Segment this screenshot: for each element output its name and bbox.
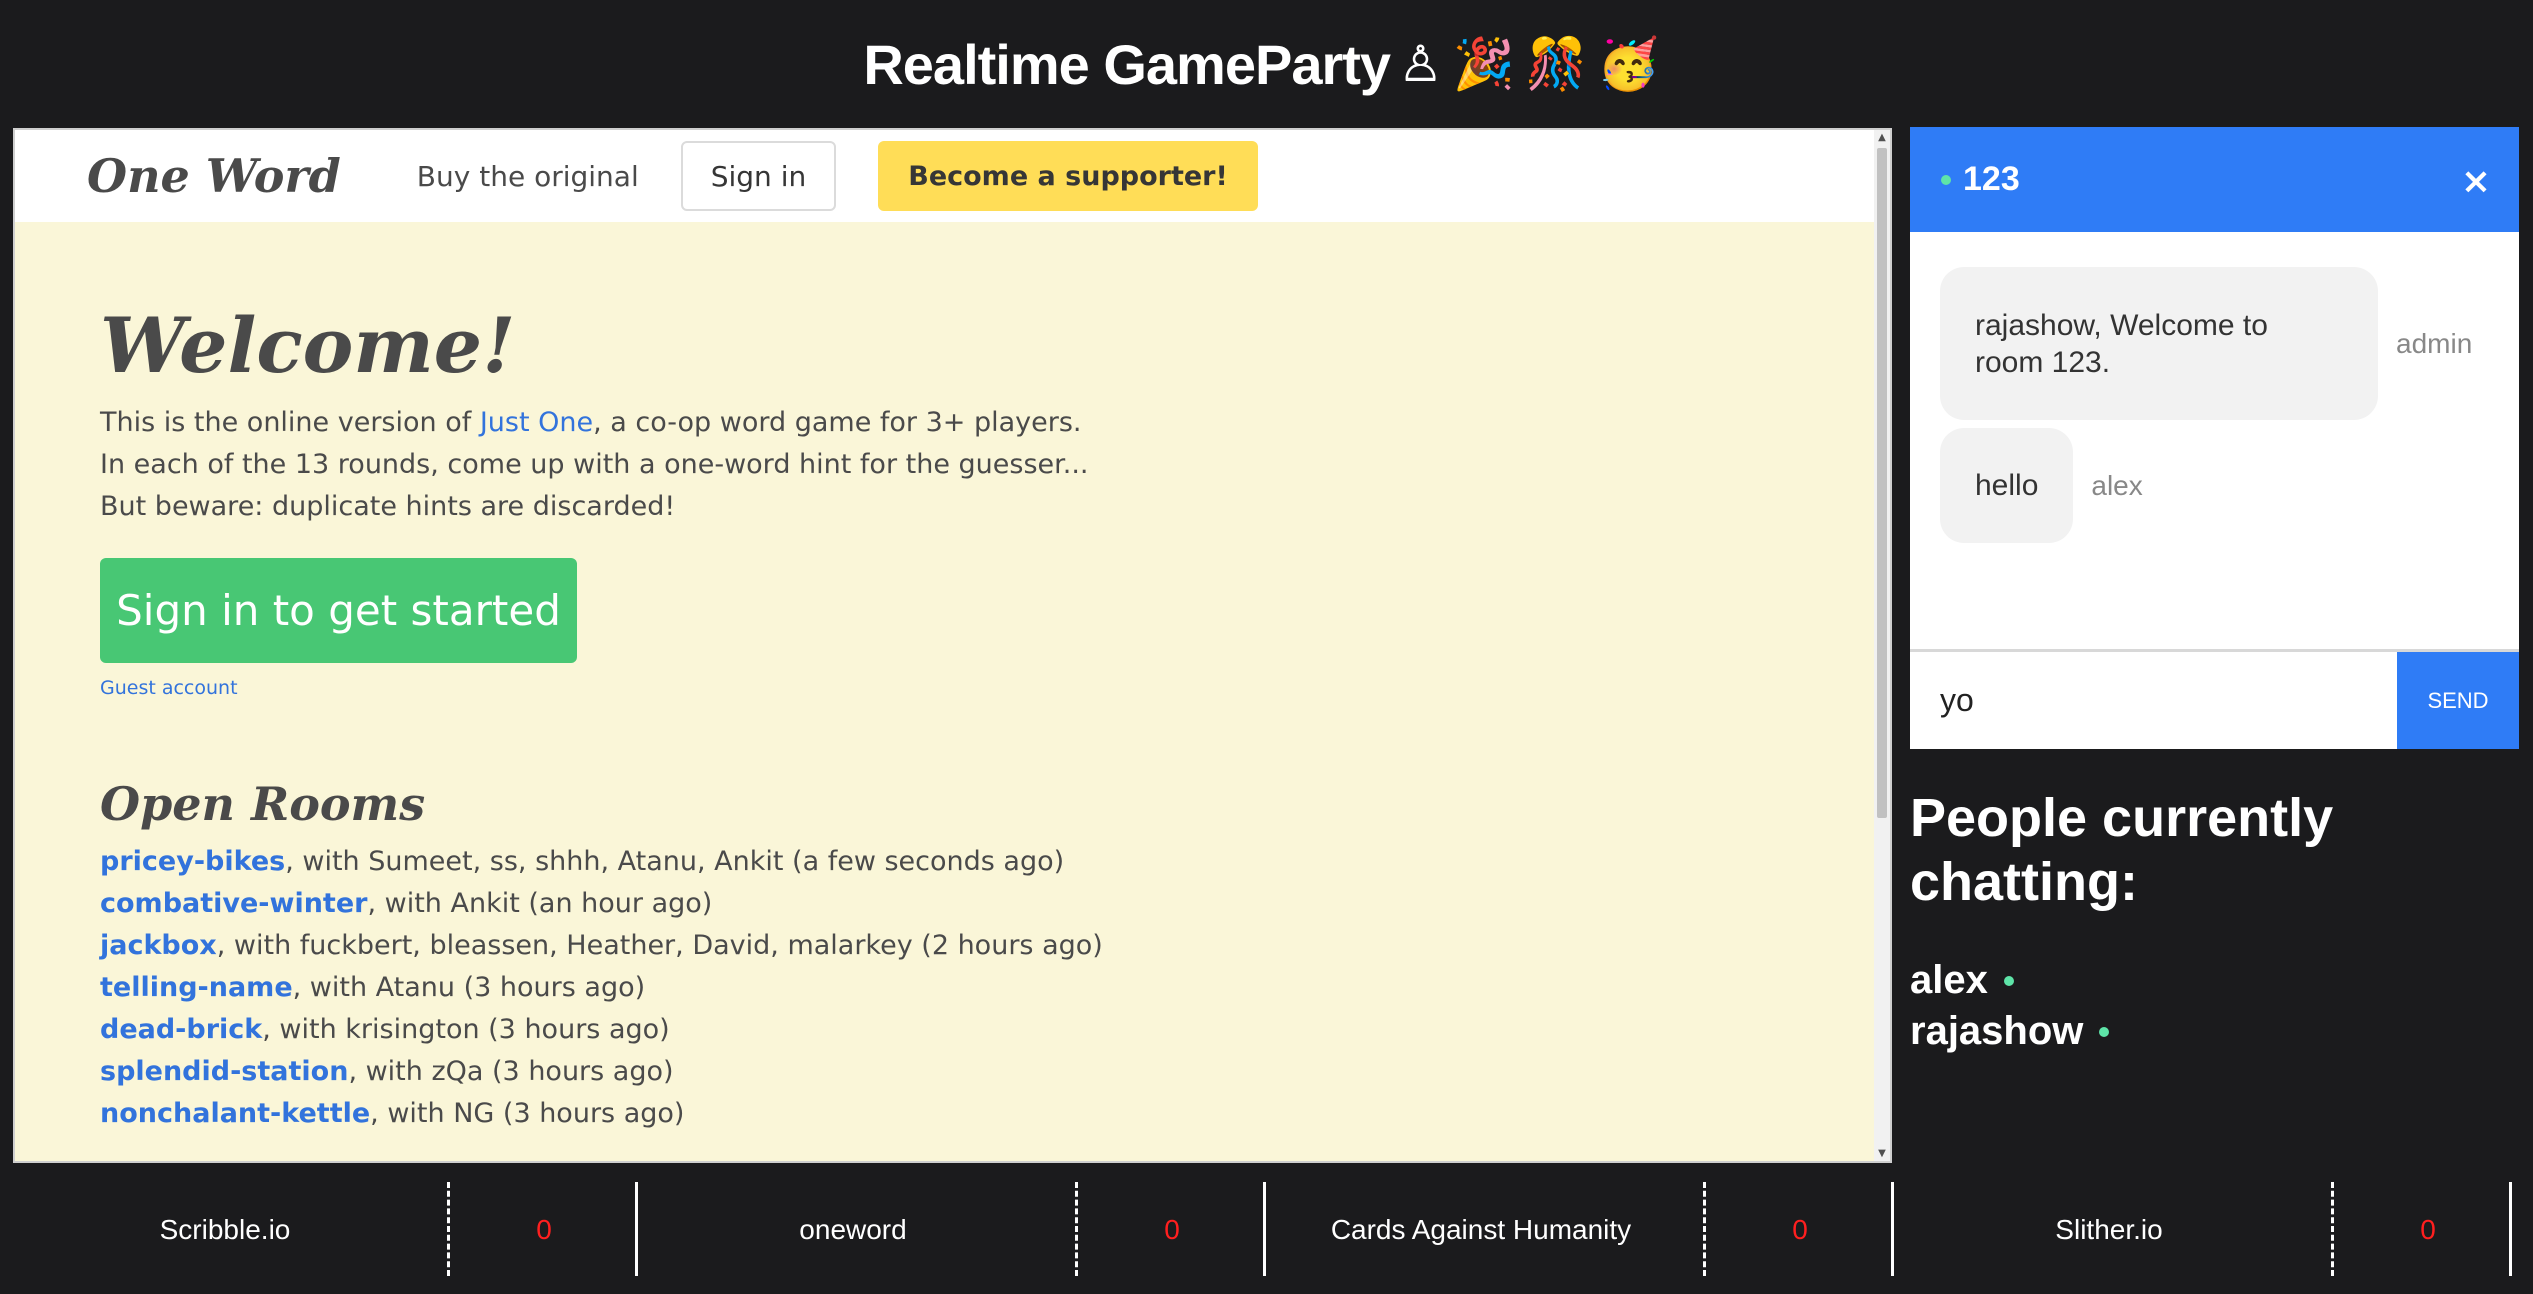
- room-link[interactable]: combative-winter: [100, 888, 367, 919]
- room-detail: , with Sumeet, ss, shhh, Atanu, Ankit (a…: [285, 846, 1065, 877]
- chat-header: 123 ×: [1910, 127, 2519, 232]
- chat-input-row: SEND: [1910, 649, 2519, 749]
- app-title: Realtime GameParty: [863, 32, 1391, 96]
- scroll-thumb[interactable]: [1877, 148, 1887, 818]
- person-name: alex: [1910, 958, 1988, 1002]
- room-link[interactable]: jackbox: [100, 930, 217, 961]
- room-row: splendid-station, with zQa (3 hours ago): [100, 1051, 1800, 1093]
- intro-line-1-suffix: , a co-op word game for 3+ players.: [593, 407, 1082, 438]
- game-name[interactable]: Cards Against Humanity: [1256, 1180, 1706, 1280]
- room-row: telling-name, with Atanu (3 hours ago): [100, 967, 1800, 1009]
- close-chat-button[interactable]: ×: [2461, 161, 2491, 202]
- room-row: dead-brick, with krisington (3 hours ago…: [100, 1009, 1800, 1051]
- room-link[interactable]: dead-brick: [100, 1014, 262, 1045]
- room-link[interactable]: splendid-station: [100, 1056, 348, 1087]
- room-detail: , with Ankit (an hour ago): [367, 888, 713, 919]
- player-count: 0: [1164, 1214, 1180, 1245]
- online-status-icon: [2003, 975, 2014, 986]
- room-detail: , with Atanu (3 hours ago): [292, 972, 646, 1003]
- room-row: combative-winter, with Ankit (an hour ag…: [100, 883, 1800, 925]
- just-one-link[interactable]: Just One: [480, 407, 593, 438]
- room-link[interactable]: pricey-bikes: [100, 846, 285, 877]
- game-iframe[interactable]: One Word Buy the original Sign in Become…: [13, 128, 1892, 1163]
- become-supporter-button[interactable]: Become a supporter!: [878, 141, 1258, 211]
- welcome-heading: Welcome!: [100, 301, 516, 390]
- send-button[interactable]: SEND: [2397, 652, 2519, 749]
- solid-divider: [2509, 1182, 2512, 1276]
- game-content: Welcome! This is the online version of J…: [100, 222, 1800, 1135]
- room-row: nonchalant-kettle, with NG (3 hours ago): [100, 1093, 1800, 1135]
- game-navbar: One Word Buy the original Sign in Become…: [15, 130, 1875, 222]
- game-tab[interactable]: Slither.io 0: [1884, 1180, 2512, 1280]
- buy-original-link[interactable]: Buy the original: [417, 160, 639, 193]
- message-bubble: rajashow, Welcome to room 123.: [1940, 267, 2378, 420]
- chat-message: hello alex: [1940, 428, 2143, 543]
- intro-text: This is the online version of Just One, …: [100, 402, 1800, 528]
- intro-line-1: This is the online version of Just One, …: [100, 402, 1800, 444]
- scroll-up-arrow-icon[interactable]: ▲: [1874, 132, 1890, 143]
- people-list: alex rajashow: [1910, 955, 2110, 1057]
- room-detail: , with zQa (3 hours ago): [348, 1056, 674, 1087]
- player-count: 0: [536, 1214, 552, 1245]
- room-link[interactable]: telling-name: [100, 972, 293, 1003]
- game-scrollbar[interactable]: ▲ ▼: [1874, 130, 1890, 1161]
- online-status-icon: [2099, 1026, 2110, 1037]
- person-name: rajashow: [1910, 1009, 2084, 1053]
- player-count: 0: [2420, 1214, 2436, 1245]
- brand-logo[interactable]: One Word: [87, 149, 341, 203]
- room-detail: , with krisington (3 hours ago): [262, 1014, 670, 1045]
- person-item: rajashow: [1910, 1006, 2110, 1057]
- chat-message-input[interactable]: [1910, 652, 2397, 749]
- game-tab[interactable]: Cards Against Humanity 0: [1256, 1180, 1894, 1280]
- message-bubble: hello: [1940, 428, 2074, 543]
- room-row: jackbox, with fuckbert, bleassen, Heathe…: [100, 925, 1800, 967]
- chat-message: rajashow, Welcome to room 123. admin: [1940, 267, 2472, 420]
- room-detail: , with NG (3 hours ago): [370, 1098, 685, 1129]
- room-detail: , with fuckbert, bleassen, Heather, Davi…: [216, 930, 1103, 961]
- intro-line-1-prefix: This is the online version of: [100, 407, 480, 438]
- game-tab[interactable]: Scribble.io 0: [0, 1180, 638, 1280]
- chat-room-name: 123: [1963, 160, 2020, 198]
- person-item: alex: [1910, 955, 2109, 1006]
- app-header: Realtime GameParty ♙🎉🎊🥳: [0, 0, 2533, 128]
- open-rooms-list: pricey-bikes, with Sumeet, ss, shhh, Ata…: [100, 841, 1800, 1135]
- scroll-down-arrow-icon[interactable]: ▼: [1874, 1148, 1890, 1159]
- player-count: 0: [1792, 1214, 1808, 1245]
- open-rooms-heading: Open Rooms: [100, 777, 426, 831]
- game-tab[interactable]: oneword 0: [628, 1180, 1266, 1280]
- room-row: pricey-bikes, with Sumeet, ss, shhh, Ata…: [100, 841, 1800, 883]
- people-chatting-heading: People currently chatting:: [1910, 788, 2334, 912]
- party-emoji-icons: ♙🎉🎊🥳: [1398, 34, 1670, 93]
- guest-account-link[interactable]: Guest account: [100, 677, 1800, 699]
- games-bar: Scribble.io 0 oneword 0 Cards Against Hu…: [0, 1180, 2533, 1280]
- sign-in-to-start-button[interactable]: Sign in to get started: [100, 558, 577, 663]
- intro-line-3: But beware: duplicate hints are discarde…: [100, 491, 676, 522]
- chat-panel: 123 × rajashow, Welcome to room 123. adm…: [1910, 127, 2519, 749]
- game-name[interactable]: oneword: [628, 1180, 1078, 1280]
- intro-line-2: In each of the 13 rounds, come up with a…: [100, 449, 1089, 480]
- message-sender: admin: [2396, 327, 2473, 359]
- sign-in-button[interactable]: Sign in: [680, 141, 837, 211]
- game-name[interactable]: Slither.io: [1884, 1180, 2334, 1280]
- room-link[interactable]: nonchalant-kettle: [100, 1098, 370, 1129]
- game-name[interactable]: Scribble.io: [0, 1180, 450, 1280]
- online-status-icon: [1941, 174, 1951, 185]
- message-sender: alex: [2091, 469, 2143, 501]
